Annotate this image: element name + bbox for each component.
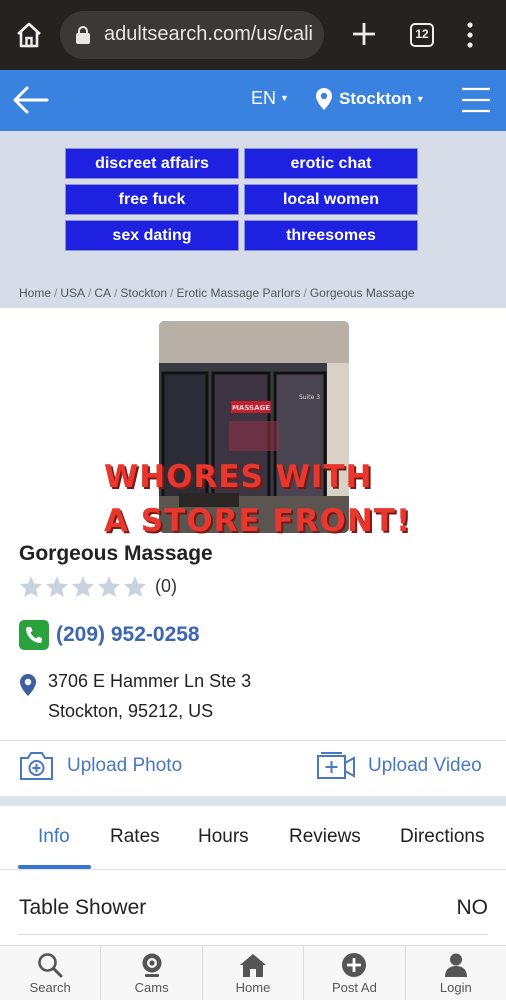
caret-down-icon: ▼ — [415, 94, 425, 104]
star-icon — [124, 576, 146, 597]
address-line2: Stockton, 95212, US — [48, 701, 214, 721]
nav-label: Login — [439, 980, 472, 995]
breadcrumb-link[interactable]: Home — [19, 286, 51, 300]
caret-down-icon: ▼ — [280, 93, 289, 103]
promo-link[interactable]: local women — [244, 184, 418, 215]
promo-link[interactable]: discreet affairs — [65, 148, 239, 179]
promo-link[interactable]: sex dating — [65, 220, 239, 251]
star-icon — [20, 576, 42, 597]
camera-plus-icon — [20, 752, 53, 780]
phone-icon — [19, 620, 49, 650]
overlay-caption-line1: WHORES WITH — [104, 459, 373, 495]
detail-tabs: Info Rates Hours Reviews Directions — [0, 806, 506, 870]
star-icon — [72, 576, 94, 597]
info-row-value: NO — [456, 896, 489, 919]
nav-login[interactable]: Login — [406, 946, 506, 1000]
star-icon — [46, 576, 68, 597]
nav-post-ad[interactable]: Post Ad — [304, 946, 406, 1000]
location-selector[interactable]: Stockton ▼ — [315, 87, 425, 111]
home-icon[interactable] — [14, 20, 44, 50]
tab-rates[interactable]: Rates — [110, 826, 160, 848]
browser-toolbar: adultsearch.com/us/cali 12 — [0, 0, 506, 70]
section-separator — [0, 796, 506, 806]
divider — [18, 934, 488, 935]
webcam-icon — [142, 953, 162, 977]
info-row-label: Table Shower — [19, 896, 147, 919]
nav-label: Cams — [134, 980, 169, 995]
nav-search[interactable]: Search — [0, 946, 102, 1000]
upload-photo-button[interactable]: Upload Photo — [18, 750, 182, 782]
address-line1: 3706 E Hammer Ln Ste 3 — [48, 671, 252, 691]
upload-video-button[interactable]: Upload Video — [316, 750, 482, 782]
tab-hours[interactable]: Hours — [198, 826, 249, 848]
phone-link[interactable]: (209) 952-0258 — [19, 620, 200, 650]
star-rating[interactable]: (0) — [19, 575, 177, 598]
breadcrumb-link[interactable]: USA — [60, 286, 85, 300]
divider — [0, 740, 506, 741]
business-photo[interactable]: MASSAGE Suite 3 — [159, 321, 349, 533]
tab-directions[interactable]: Directions — [400, 826, 484, 848]
overlay-caption-line2: A STORE FRONT! — [104, 503, 412, 539]
location-pin-icon — [316, 88, 332, 110]
lock-icon — [76, 26, 90, 44]
plus-circle-icon — [342, 953, 367, 977]
tab-info[interactable]: Info — [38, 826, 70, 848]
sign-text: MASSAGE — [232, 404, 270, 412]
url-text: adultsearch.com/us/cali — [104, 23, 313, 45]
home-icon — [240, 954, 267, 977]
upload-photo-label: Upload Photo — [67, 755, 183, 776]
breadcrumb-link[interactable]: Stockton — [120, 286, 167, 300]
tab-switcher-icon[interactable]: 12 — [410, 23, 434, 47]
storefront-image: MASSAGE Suite 3 — [159, 321, 349, 533]
nav-label: Post Ad — [332, 980, 377, 995]
language-label: EN — [251, 88, 277, 108]
language-selector[interactable]: EN ▼ — [251, 88, 289, 109]
nav-label: Search — [29, 980, 71, 995]
back-arrow-icon[interactable] — [10, 83, 50, 117]
video-plus-icon — [317, 752, 355, 779]
location-pin-icon — [20, 674, 36, 696]
search-icon — [38, 953, 63, 978]
tab-reviews[interactable]: Reviews — [289, 826, 361, 848]
active-tab-indicator — [18, 865, 91, 869]
bottom-navigation: Search Cams Home Post Ad Login — [0, 945, 506, 1000]
site-header: EN ▼ Stockton ▼ — [0, 70, 506, 131]
nav-label: Home — [235, 980, 271, 995]
breadcrumb-current: Gorgeous Massage — [309, 286, 415, 300]
address-bar[interactable]: adultsearch.com/us/cali — [60, 11, 324, 59]
promo-section: discreet affairs erotic chat free fuck l… — [0, 131, 506, 308]
breadcrumb: Home / USA / CA / Stockton / Erotic Massage Parl… — [19, 286, 415, 300]
phone-number: (209) 952-0258 — [56, 623, 200, 646]
promo-link[interactable]: threesomes — [244, 220, 418, 251]
user-icon — [444, 953, 467, 977]
upload-video-label: Upload Video — [368, 755, 482, 776]
location-label: Stockton — [339, 89, 412, 108]
promo-link[interactable]: free fuck — [65, 184, 239, 215]
door-text: Suite 3 — [299, 394, 320, 401]
nav-cams[interactable]: Cams — [101, 946, 203, 1000]
business-name: Gorgeous Massage — [19, 542, 213, 565]
hamburger-menu-icon[interactable] — [460, 87, 492, 113]
breadcrumb-link[interactable]: CA — [94, 286, 111, 300]
promo-link[interactable]: erotic chat — [244, 148, 418, 179]
breadcrumb-link[interactable]: Erotic Massage Parlors — [176, 286, 300, 300]
nav-home[interactable]: Home — [203, 946, 305, 1000]
star-icon — [98, 576, 120, 597]
review-count: (0) — [155, 576, 177, 596]
plus-icon[interactable] — [350, 20, 378, 48]
kebab-menu-icon[interactable] — [462, 20, 478, 50]
